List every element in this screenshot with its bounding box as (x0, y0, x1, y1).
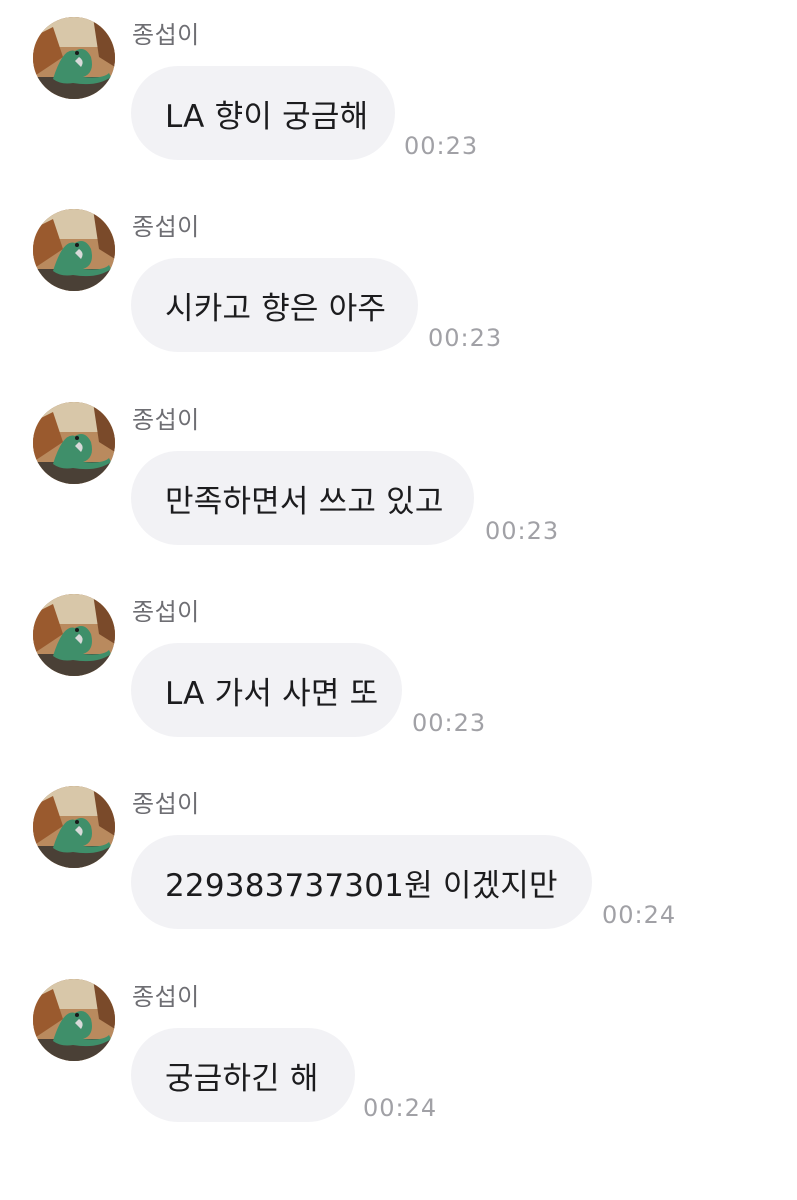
message-text: 229383737301원 이겠지만 (165, 867, 558, 904)
message-row: 종섭이 시카고 향은 아주 00:23 (0, 192, 797, 352)
message-time: 00:23 (404, 132, 479, 160)
lizard-avatar-icon[interactable] (33, 402, 115, 484)
sender-name: 종섭이 (132, 21, 200, 49)
message-row: 종섭이 LA 향이 궁금해 00:23 (0, 0, 797, 160)
lizard-avatar-icon[interactable] (33, 209, 115, 291)
message-bubble[interactable]: LA 향이 궁금해 (131, 66, 395, 160)
message-time: 00:24 (363, 1094, 438, 1122)
message-row: 종섭이 궁금하긴 해 00:24 (0, 962, 797, 1122)
message-text: 시카고 향은 아주 (165, 290, 387, 327)
message-bubble[interactable]: 궁금하긴 해 (131, 1028, 355, 1122)
message-row: 종섭이 만족하면서 쓰고 있고 00:23 (0, 385, 797, 545)
message-time: 00:23 (428, 324, 503, 352)
lizard-avatar-icon[interactable] (33, 594, 115, 676)
message-bubble[interactable]: 시카고 향은 아주 (131, 258, 418, 352)
lizard-avatar-icon[interactable] (33, 979, 115, 1061)
message-bubble[interactable]: 229383737301원 이겠지만 (131, 835, 592, 929)
message-row: 종섭이 229383737301원 이겠지만 00:24 (0, 769, 797, 929)
message-bubble[interactable]: LA 가서 사면 또 (131, 643, 402, 737)
message-row: 종섭이 LA 가서 사면 또 00:23 (0, 577, 797, 737)
sender-name: 종섭이 (132, 790, 200, 818)
message-text: LA 가서 사면 또 (165, 675, 379, 712)
lizard-avatar-icon[interactable] (33, 17, 115, 99)
sender-name: 종섭이 (132, 213, 200, 241)
sender-name: 종섭이 (132, 598, 200, 626)
message-time: 00:23 (485, 517, 560, 545)
message-text: 궁금하긴 해 (165, 1060, 319, 1097)
lizard-avatar-icon[interactable] (33, 786, 115, 868)
sender-name: 종섭이 (132, 406, 200, 434)
message-text: 만족하면서 쓰고 있고 (165, 483, 444, 520)
sender-name: 종섭이 (132, 983, 200, 1011)
message-time: 00:24 (602, 901, 677, 929)
message-bubble[interactable]: 만족하면서 쓰고 있고 (131, 451, 474, 545)
message-time: 00:23 (412, 709, 487, 737)
message-text: LA 향이 궁금해 (165, 98, 369, 135)
chat-thread: 종섭이 LA 향이 궁금해 00:23 종섭이 시카고 향은 아주 00:23 (0, 0, 797, 1200)
